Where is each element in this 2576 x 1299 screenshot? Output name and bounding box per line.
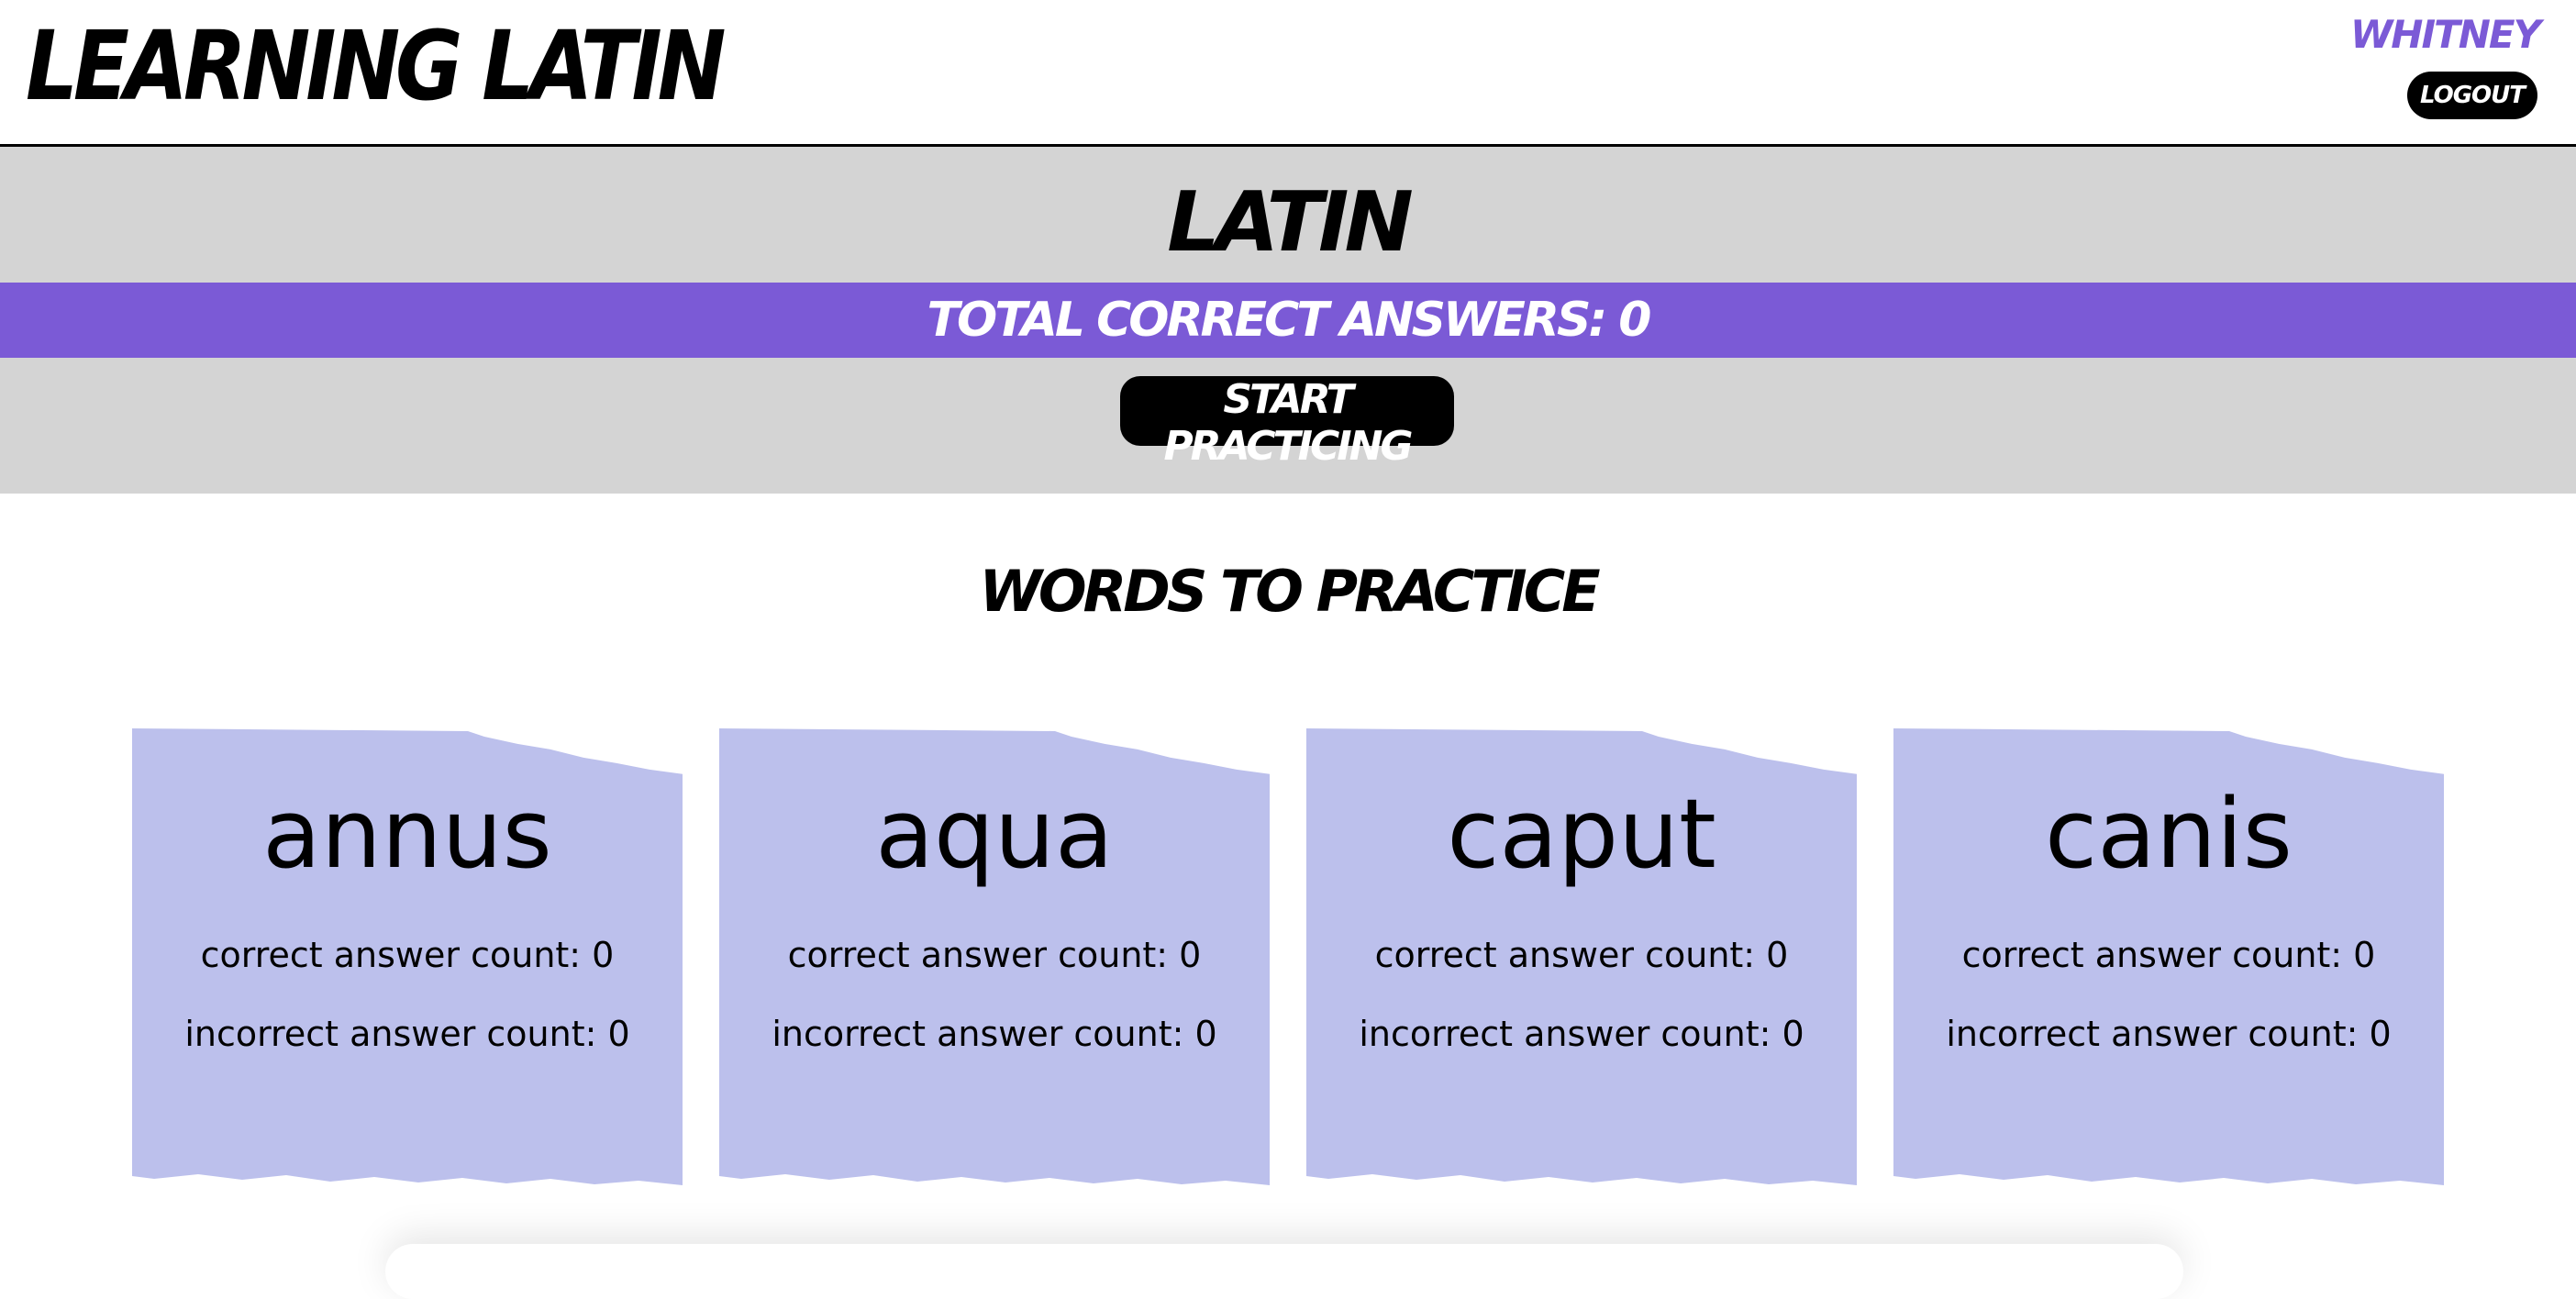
- site-header: LEARNING LATIN WHITNEY LOGOUT: [0, 0, 2576, 147]
- word-card: annus correct answer count: 0 incorrect …: [132, 728, 683, 1185]
- correct-count-label: correct answer count: 0: [200, 935, 615, 975]
- logout-button[interactable]: LOGOUT: [2407, 72, 2537, 119]
- correct-count-label: correct answer count: 0: [1374, 935, 1789, 975]
- correct-count-label: correct answer count: 0: [787, 935, 1202, 975]
- language-dashboard: LATIN TOTAL CORRECT ANSWERS: 0 START PRA…: [0, 147, 2576, 494]
- word-card: canis correct answer count: 0 incorrect …: [1893, 728, 2444, 1185]
- start-practicing-button[interactable]: START PRACTICING: [1120, 376, 1454, 470]
- words-to-practice-heading: WORDS TO PRACTICE: [979, 558, 1600, 625]
- word-card: caput correct answer count: 0 incorrect …: [1306, 728, 1857, 1185]
- total-correct-banner: TOTAL CORRECT ANSWERS: 0: [0, 283, 2576, 358]
- incorrect-count-label: incorrect answer count: 0: [1359, 1014, 1804, 1054]
- incorrect-count-label: incorrect answer count: 0: [772, 1014, 1217, 1054]
- incorrect-count-label: incorrect answer count: 0: [184, 1014, 630, 1054]
- language-title: LATIN: [1167, 174, 1414, 271]
- username-label: WHITNEY: [2349, 12, 2541, 57]
- correct-count-label: correct answer count: 0: [1961, 935, 2376, 975]
- word-card-list: annus correct answer count: 0 incorrect …: [0, 728, 2576, 1187]
- word-card-title: caput: [1447, 778, 1716, 890]
- footer-shadow: [385, 1244, 2183, 1299]
- incorrect-count-label: incorrect answer count: 0: [1946, 1014, 2392, 1054]
- word-card: aqua correct answer count: 0 incorrect a…: [719, 728, 1270, 1185]
- word-card-title: canis: [2045, 778, 2293, 890]
- word-card-title: aqua: [875, 778, 1114, 890]
- word-card-title: annus: [262, 778, 552, 890]
- app-title[interactable]: LEARNING LATIN: [26, 11, 726, 121]
